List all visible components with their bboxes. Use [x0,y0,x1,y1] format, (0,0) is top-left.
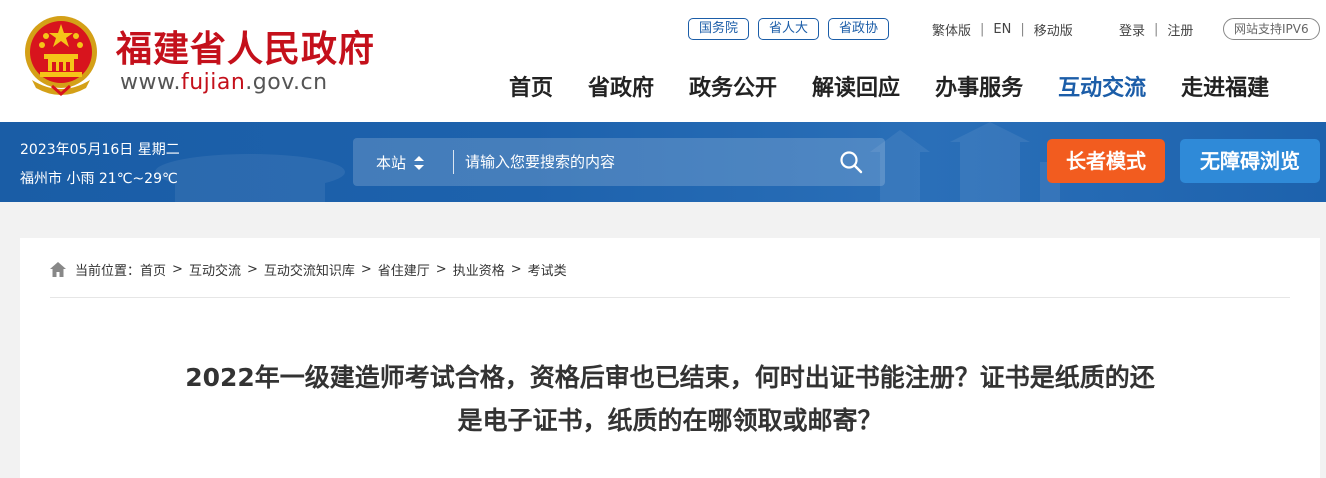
nav-home[interactable]: 首页 [509,70,553,102]
nav-interaction[interactable]: 互动交流 [1058,70,1146,102]
mobile-link[interactable]: 移动版 [1034,20,1073,39]
language-links: 繁体版 | EN | 移动版 [932,20,1073,39]
separator: | [1020,22,1025,37]
separator: | [1154,22,1159,37]
site-url-suffix: .gov.cn [245,70,328,95]
weather-info: 福州市 小雨 21℃~29℃ [20,171,178,187]
breadcrumb-separator: > [360,262,372,277]
nav-about-fujian[interactable]: 走进福建 [1181,70,1269,102]
elder-mode-button[interactable]: 长者模式 [1047,139,1165,183]
breadcrumb-knowledge-base[interactable]: 互动交流知识库 [264,260,355,279]
search-divider [453,150,454,174]
register-link[interactable]: 注册 [1167,20,1193,39]
traditional-chinese-link[interactable]: 繁体版 [932,20,971,39]
account-links: 登录 | 注册 [1119,20,1193,39]
current-date: 2023年05月16日 星期二 [20,142,180,158]
site-url-accent: fujian [180,70,246,95]
breadcrumb-separator: > [246,262,258,277]
nav-interpretation[interactable]: 解读回应 [812,70,900,102]
home-icon [50,262,66,277]
site-header: 福建省人民政府 www.fujian.gov.cn 国务院 省人大 省政协 繁体… [0,0,1326,122]
org-link-provincial-congress[interactable]: 省人大 [758,18,820,40]
article-title-line-1: 2022年一级建造师考试合格，资格后审也已结束，何时出证书能注册？证书是纸质的还 [185,363,1155,392]
nav-provincial-government[interactable]: 省政府 [588,70,654,102]
breadcrumb-separator: > [172,262,183,277]
breadcrumb-housing-department[interactable]: 省住建厅 [378,260,430,279]
breadcrumb-prefix: 当前位置： [75,264,141,279]
main-nav: 首页 省政府 政务公开 解读回应 办事服务 互动交流 走进福建 [509,70,1269,102]
separator: | [980,22,985,37]
search-icon[interactable] [839,150,863,174]
breadcrumb-separator: > [435,262,447,277]
accessibility-button[interactable]: 无障碍浏览 [1180,139,1320,183]
english-link[interactable]: EN [993,22,1011,37]
site-name[interactable]: 福建省人民政府 [116,20,375,72]
search-scope-label: 本站 [376,154,407,172]
org-links: 国务院 省人大 省政协 [688,18,890,40]
breadcrumb-separator: > [510,262,522,277]
nav-services[interactable]: 办事服务 [935,70,1023,102]
breadcrumb-divider [50,297,1290,298]
org-link-cppcc[interactable]: 省政协 [828,18,890,40]
article-title-line-2: 是电子证书，纸质的在哪领取或邮寄？ [457,406,883,435]
article-title: 2022年一级建造师考试合格，资格后审也已结束，何时出证书能注册？证书是纸质的还… [120,356,1220,442]
national-emblem-icon[interactable] [22,14,100,96]
breadcrumb-exam-category[interactable]: 考试类 [528,260,567,279]
info-bar: 2023年05月16日 星期二 福州市 小雨 21℃~29℃ 本站 长者模式 无… [0,122,1326,202]
ipv6-badge: 网站支持IPV6 [1223,18,1320,40]
org-link-state-council[interactable]: 国务院 [688,18,750,40]
site-url[interactable]: www.fujian.gov.cn [120,70,328,95]
breadcrumb-home[interactable]: 首页 [140,260,166,279]
content-card: 当前位置： 首页 > 互动交流 > 互动交流知识库 > 省住建厅 > 执业资格 … [20,238,1320,478]
breadcrumb: 当前位置： 首页 > 互动交流 > 互动交流知识库 > 省住建厅 > 执业资格 … [50,260,567,279]
search-scope-select[interactable]: 本站 [376,152,425,173]
search-input[interactable] [465,147,825,177]
breadcrumb-interaction[interactable]: 互动交流 [189,260,241,279]
login-link[interactable]: 登录 [1119,20,1145,39]
site-url-prefix: www. [120,70,181,95]
nav-government-affairs[interactable]: 政务公开 [689,70,777,102]
sort-arrows-icon [414,155,425,170]
breadcrumb-qualifications[interactable]: 执业资格 [453,260,505,279]
search-bar: 本站 [353,138,885,186]
